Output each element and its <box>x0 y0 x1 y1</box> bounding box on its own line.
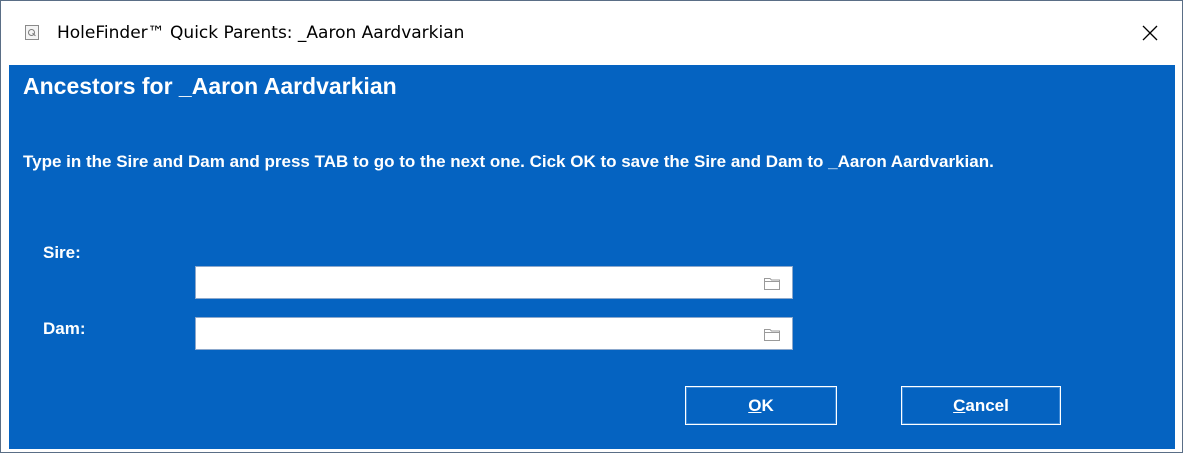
instructions-prefix: Type in the Sire and Dam and press TAB t… <box>23 152 829 171</box>
dialog-heading: Ancestors for _Aaron Aardvarkian <box>23 73 397 99</box>
close-icon <box>1142 25 1158 41</box>
sire-field[interactable] <box>195 266 793 299</box>
title-bar[interactable]: HoleFinder™ Quick Parents: _Aaron Aardva… <box>1 1 1182 65</box>
ok-button[interactable]: OK <box>685 386 837 425</box>
close-button[interactable] <box>1127 11 1173 55</box>
dam-field[interactable] <box>195 317 793 350</box>
sire-input[interactable] <box>200 269 752 297</box>
dialog-body: Ancestors for _Aaron Aardvarkian Type in… <box>9 65 1175 449</box>
folder-icon[interactable] <box>764 276 780 290</box>
instructions-name: _Aaron Aardvarkian <box>828 152 990 171</box>
sire-label: Sire: <box>43 243 81 262</box>
dam-input[interactable] <box>200 320 752 348</box>
app-icon <box>25 25 39 40</box>
cancel-mnemonic: C <box>953 395 966 415</box>
instructions-suffix: . <box>989 152 994 171</box>
ok-mnemonic: O <box>748 395 762 415</box>
window-title: HoleFinder™ Quick Parents: _Aaron Aardva… <box>57 23 465 43</box>
quick-parents-window: HoleFinder™ Quick Parents: _Aaron Aardva… <box>0 0 1183 453</box>
folder-icon[interactable] <box>764 327 780 341</box>
cancel-button[interactable]: Cancel <box>901 386 1061 425</box>
dam-label: Dam: <box>43 319 86 338</box>
cancel-label-rest: ancel <box>965 395 1009 415</box>
instructions-text: Type in the Sire and Dam and press TAB t… <box>23 151 1143 172</box>
ok-label-rest: K <box>761 395 774 415</box>
